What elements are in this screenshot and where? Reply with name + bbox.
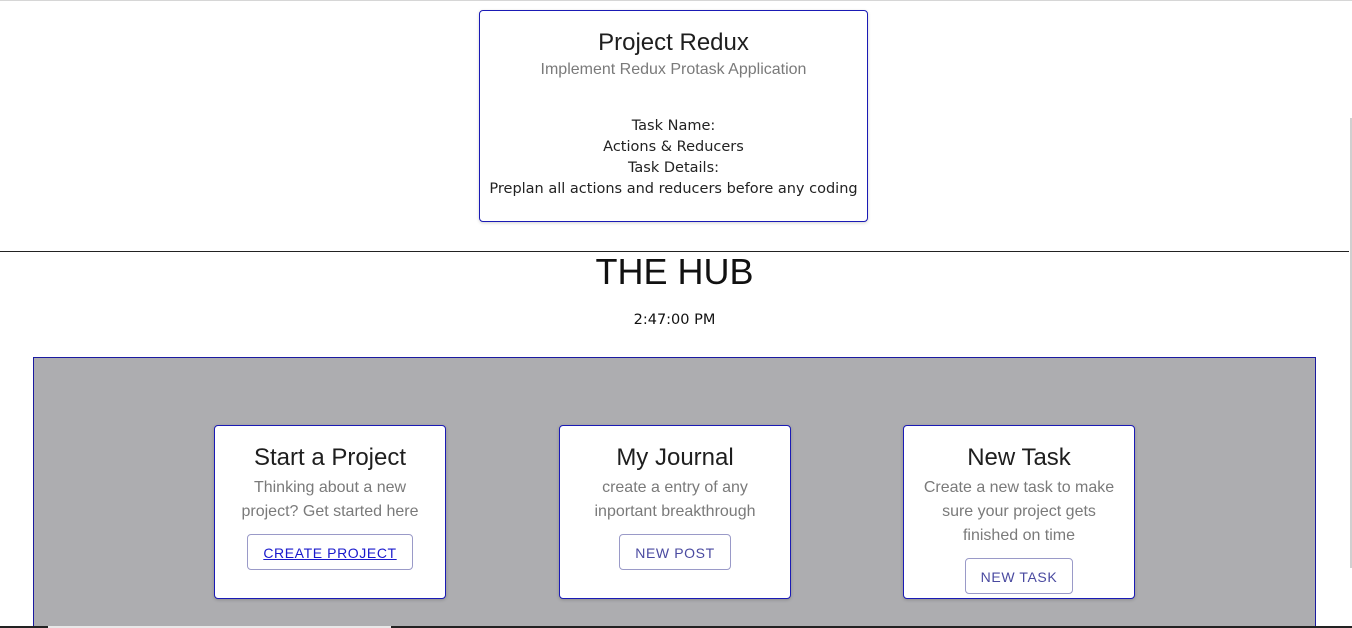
new-post-button[interactable]: NEW POST bbox=[619, 534, 731, 570]
task-info: Task Name: Actions & Reducers Task Detai… bbox=[480, 116, 867, 200]
task-details-label: Task Details: bbox=[627, 160, 720, 176]
task-name-label: Task Name: bbox=[631, 118, 716, 134]
task-details-value: Preplan all actions and reducers before … bbox=[489, 181, 858, 197]
start-project-card: Start a Project Thinking about a new pro… bbox=[214, 425, 446, 599]
card-title: Start a Project bbox=[253, 444, 407, 471]
hub-clock: 2:47:00 PM bbox=[633, 312, 716, 328]
project-title: Project Redux bbox=[598, 29, 749, 56]
top-edge-divider bbox=[0, 0, 1352, 1]
card-description: create a entry of any inportant breakthr… bbox=[594, 479, 756, 520]
new-task-button[interactable]: NEW TASK bbox=[964, 558, 1074, 594]
create-project-button[interactable]: CREATE PROJECT bbox=[247, 534, 413, 570]
hub-title: THE HUB bbox=[595, 251, 754, 292]
project-card: Project Redux Implement Redux Protask Ap… bbox=[479, 10, 868, 222]
my-journal-card: My Journal create a entry of any inporta… bbox=[559, 425, 791, 599]
card-description: Create a new task to make sure your proj… bbox=[923, 479, 1115, 544]
new-task-card: New Task Create a new task to make sure … bbox=[903, 425, 1135, 599]
project-subtitle: Implement Redux Protask Application bbox=[540, 61, 807, 78]
card-title: My Journal bbox=[616, 444, 734, 471]
task-name-value: Actions & Reducers bbox=[603, 139, 744, 155]
card-description: Thinking about a new project? Get starte… bbox=[241, 479, 419, 520]
page: Project Redux Implement Redux Protask Ap… bbox=[0, 0, 1352, 628]
card-title: New Task bbox=[967, 444, 1071, 471]
